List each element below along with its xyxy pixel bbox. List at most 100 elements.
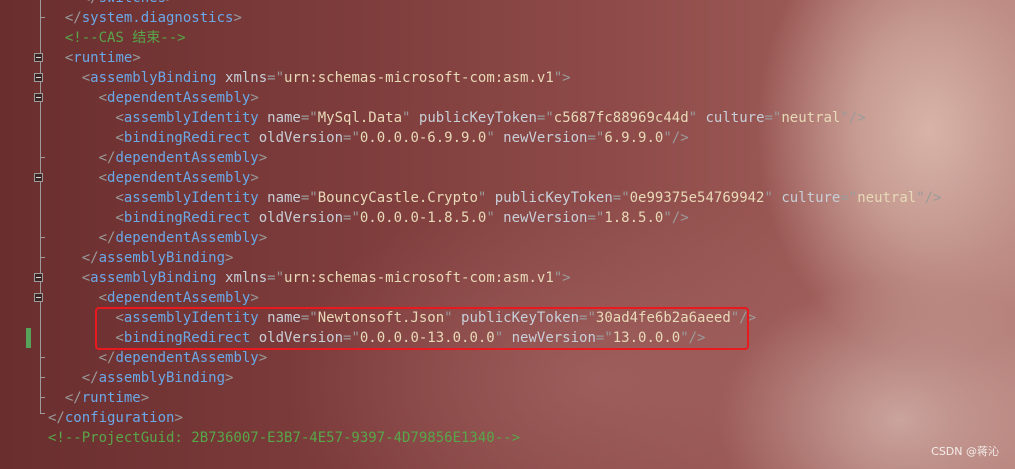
code-token: </ [48,350,116,366]
fold-toggle-dependentassembly-2-icon[interactable] [34,173,43,182]
code-token: name [258,190,301,206]
highlight-box [95,307,749,350]
code-token: bindingRedirect [123,130,251,146]
code-line[interactable]: <assemblyBinding xmlns="urn:schemas-micr… [48,268,571,288]
code-token: assemblyIdentity [123,110,259,126]
code-line[interactable]: <bindingRedirect oldVersion="0.0.0.0-1.8… [48,208,689,228]
code-line[interactable]: <!--ProjectGuid: 2B736007-E3B7-4E57-9397… [48,428,520,448]
code-token: urn:schemas-microsoft-com:asm.v1 [284,270,554,286]
code-line[interactable]: <assemblyIdentity name="MySql.Data" publ… [48,108,866,128]
code-token: bindingRedirect [123,210,251,226]
code-token: </ [48,0,99,6]
code-token: runtime [73,50,133,66]
code-line[interactable]: <!--CAS 结束--> [48,28,186,48]
code-token: runtime [81,390,141,406]
code-token: > [250,170,259,186]
code-token: xmlns [216,270,268,286]
fold-toggle-runtime-icon[interactable] [34,53,43,62]
code-line[interactable]: <dependentAssembly> [48,288,259,308]
code-token: dependentAssembly [115,150,259,166]
code-token: publicKeyToken [410,110,537,126]
code-token: oldVersion [250,130,344,146]
code-token: BouncyCastle.Crypto [317,190,478,206]
code-token: =" [536,110,554,126]
code-token: < [48,190,124,206]
code-line[interactable]: </dependentAssembly> [48,148,268,168]
code-token: 0.0.0.0-6.9.9.0 [359,130,487,146]
code-token: 0.0.0.0-1.8.5.0 [359,210,487,226]
code-token: newVersion [494,210,588,226]
code-token: "> [553,70,571,86]
code-token: </ [48,390,82,406]
code-line[interactable]: </assemblyBinding> [48,248,234,268]
fold-end-marker [40,357,45,358]
code-token: newVersion [494,130,588,146]
code-token: dependentAssembly [107,170,251,186]
code-token: =" [612,190,630,206]
code-token: "/> [663,130,689,146]
code-token: </ [48,410,65,426]
code-token: neutral [781,110,841,126]
code-token: > [225,370,234,386]
fold-end-marker [40,157,45,158]
code-token: < [48,270,91,286]
code-token: name [258,110,301,126]
fold-toggle-dependentassembly-1-icon[interactable] [34,93,43,102]
code-token: < [48,90,108,106]
code-token: " [764,190,773,206]
code-token: "/> [840,110,866,126]
code-token: dependentAssembly [107,290,251,306]
code-line[interactable]: </dependentAssembly> [48,348,268,368]
code-token: =" [587,210,605,226]
code-token: " [688,110,698,126]
code-token: < [48,170,108,186]
code-token: urn:schemas-microsoft-com:asm.v1 [284,70,554,86]
code-editor[interactable]: </switches> </system.diagnostics> <!--CA… [0,0,1015,469]
code-token: > [166,0,174,6]
code-token: > [258,350,268,366]
code-token: < [48,70,91,86]
code-line[interactable]: </dependentAssembly> [48,228,268,248]
code-token: assemblyBinding [90,270,217,286]
code-token: "/> [916,190,942,206]
code-token: assemblyBinding [98,370,226,386]
code-line[interactable]: </assemblyBinding> [48,368,234,388]
code-line[interactable]: <assemblyBinding xmlns="urn:schemas-micr… [48,68,571,88]
fold-end-marker [40,397,45,398]
code-token: > [225,250,234,266]
code-token: " [486,130,495,146]
fold-toggle-assemblybinding-1-icon[interactable] [34,73,43,82]
fold-end-marker [40,413,45,414]
code-token: =" [587,130,605,146]
code-line[interactable]: </configuration> [48,408,183,428]
code-token: xmlns [216,70,268,86]
code-token: =" [343,210,360,226]
code-token: assemblyIdentity [123,190,259,206]
code-line[interactable]: <dependentAssembly> [48,88,259,108]
fold-toggle-assemblybinding-2-icon[interactable] [34,273,43,282]
code-token: neutral [857,190,917,206]
code-line[interactable]: <dependentAssembly> [48,168,259,188]
fold-toggle-dependentassembly-3-icon[interactable] [34,293,43,302]
code-token: <!--ProjectGuid: 2B736007-E3B7-4E57-9397… [48,430,521,446]
code-token: > [233,10,242,26]
code-line[interactable]: <assemblyIdentity name="BouncyCastle.Cry… [48,188,942,208]
code-line[interactable]: </switches> [48,0,175,8]
code-token: culture [772,190,841,206]
code-token: > [174,410,183,426]
code-line[interactable]: </system.diagnostics> [48,8,242,28]
code-token: </ [48,230,116,246]
code-token: =" [300,190,318,206]
code-line[interactable]: </runtime> [48,388,149,408]
code-token: " [486,210,495,226]
changed-lines-marker [26,328,31,348]
code-line[interactable]: <bindingRedirect oldVersion="0.0.0.0-6.9… [48,128,689,148]
code-token: > [258,150,268,166]
code-token: assemblyBinding [90,70,217,86]
code-token: > [250,290,259,306]
code-token: "/> [663,210,689,226]
code-line[interactable]: <runtime> [48,48,141,68]
fold-end-marker [40,257,45,258]
code-token: < [48,50,74,66]
code-token: =" [267,270,285,286]
